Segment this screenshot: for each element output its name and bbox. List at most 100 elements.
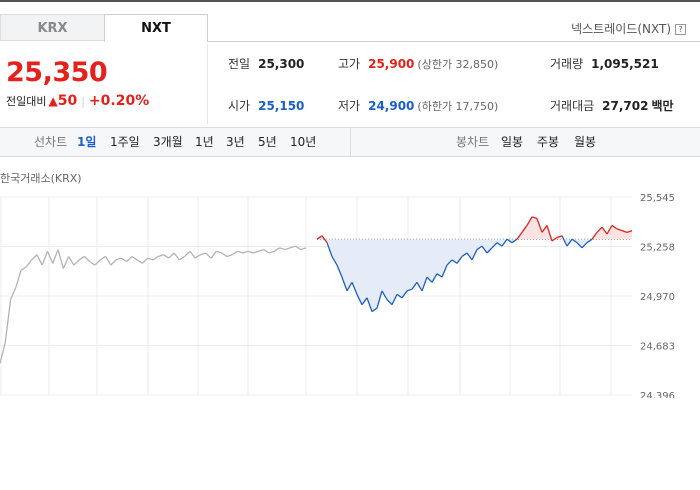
price-change: 전일대비 ▲50 | +0.20% (6, 93, 149, 109)
price-area (352, 239, 357, 295)
y-tick-label: 25,545 (640, 193, 675, 204)
stat-label: 거래량 (550, 57, 584, 71)
price-segment (78, 255, 85, 261)
change-separator: | (81, 95, 85, 108)
toolbar-divider (350, 128, 351, 157)
price-segment (284, 247, 291, 251)
price-segment (300, 247, 307, 251)
nextrade-info-link[interactable]: 넥스트레이드(NXT)? (571, 20, 686, 37)
tab-underline (208, 41, 700, 42)
price-segment (184, 250, 191, 257)
tab-nxt[interactable]: NXT (104, 14, 208, 42)
stat-prev-close: 전일 25,300 (228, 55, 304, 72)
period-1d[interactable]: 1일 (77, 128, 96, 157)
stat-volume: 거래량 1,095,521 (550, 55, 659, 72)
price-area (397, 239, 402, 298)
price-segment (279, 247, 286, 251)
chart-toolbar: 선차트 1일 1주일 3개월 1년 3년 5년 10년 봉차트 일봉 주봉 월봉 (0, 127, 700, 157)
price-area (382, 239, 387, 300)
price-segment (68, 256, 75, 266)
change-percent: +0.20% (88, 93, 150, 109)
price-segment (168, 252, 175, 259)
price-area (412, 239, 417, 290)
stat-amount: 거래대금 27,702 백만 (550, 97, 674, 114)
price-segment (57, 249, 64, 269)
price-segment (216, 250, 222, 254)
price-segment (268, 250, 275, 254)
y-tick-label: 24,396 (640, 391, 675, 398)
candle-weekly[interactable]: 주봉 (537, 128, 559, 157)
help-icon[interactable]: ? (675, 24, 686, 35)
period-3y[interactable]: 3년 (226, 128, 245, 157)
price-segment (52, 249, 59, 264)
price-segment (115, 257, 122, 261)
price-segment (237, 250, 243, 254)
y-tick-label: 24,683 (640, 342, 675, 353)
price-segment (9, 287, 17, 300)
candle-monthly[interactable]: 월봉 (574, 128, 596, 157)
stat-high: 고가 25,900 (상한가 32,850) (338, 55, 498, 72)
price-segment (147, 257, 154, 261)
price-segment (258, 248, 264, 252)
price-segment (104, 256, 112, 266)
price-segment (73, 259, 80, 266)
price-segment (273, 247, 280, 252)
period-5y[interactable]: 5년 (258, 128, 277, 157)
price-area (532, 216, 537, 240)
period-3m[interactable]: 3개월 (153, 128, 183, 157)
period-1w[interactable]: 1주일 (110, 128, 140, 157)
price-segment (4, 299, 12, 343)
price-segment (205, 252, 212, 259)
price-area (372, 239, 377, 312)
candle-chart-label: 봉차트 (456, 135, 490, 149)
current-price: 25,350 (6, 57, 108, 88)
stat-value: 25,300 (258, 57, 305, 71)
y-tick-label: 25,258 (640, 243, 675, 254)
period-10y[interactable]: 10년 (290, 128, 316, 157)
price-segment (20, 266, 27, 271)
top-border (0, 0, 700, 2)
stat-label: 전일 (228, 57, 251, 71)
price-segment (110, 259, 117, 266)
price-segment (89, 261, 96, 266)
line-chart-label: 선차트 (34, 135, 68, 149)
price-segment (152, 255, 159, 261)
stat-value: 27,702 (602, 99, 649, 113)
price-segment (242, 250, 249, 254)
price-segment (25, 259, 33, 268)
price-segment (158, 254, 164, 258)
price-segment (131, 255, 138, 261)
tab-krx[interactable]: KRX (0, 14, 104, 41)
stat-value: 25,150 (258, 99, 305, 113)
stat-value: 24,900 (368, 99, 415, 113)
price-segment (231, 250, 238, 256)
price-area (402, 239, 407, 298)
divider (207, 44, 208, 124)
price-segment (83, 255, 91, 263)
price-segment (94, 259, 101, 266)
stat-unit: 백만 (651, 99, 674, 113)
price-area (362, 239, 367, 305)
price-segment (189, 250, 196, 259)
price-segment (99, 255, 106, 261)
y-axis-labels: 25,545 25,258 24,970 24,683 24,396 (640, 193, 675, 398)
stat-value: 25,900 (368, 57, 415, 71)
price-area (427, 239, 432, 283)
intraday-chart[interactable]: 25,545 25,258 24,970 24,683 24,396 (0, 186, 700, 398)
price-segment (126, 255, 133, 263)
exchange-label: 한국거래소(KRX) (0, 172, 82, 185)
period-1y[interactable]: 1년 (195, 128, 214, 157)
price-segment (31, 254, 38, 261)
price-segment (15, 270, 22, 288)
candle-daily[interactable]: 일봉 (501, 128, 523, 157)
stat-value: 1,095,521 (591, 57, 659, 71)
price-segment (253, 250, 259, 254)
stat-label: 거래대금 (550, 99, 595, 113)
upper-limit: (상한가 32,850) (417, 58, 499, 71)
stat-label: 시가 (228, 99, 251, 113)
change-label: 전일대비 (6, 95, 47, 108)
stat-open: 시가 25,150 (228, 97, 304, 114)
price-segment (200, 252, 206, 256)
price-segment (247, 250, 254, 254)
price-area (472, 239, 477, 260)
